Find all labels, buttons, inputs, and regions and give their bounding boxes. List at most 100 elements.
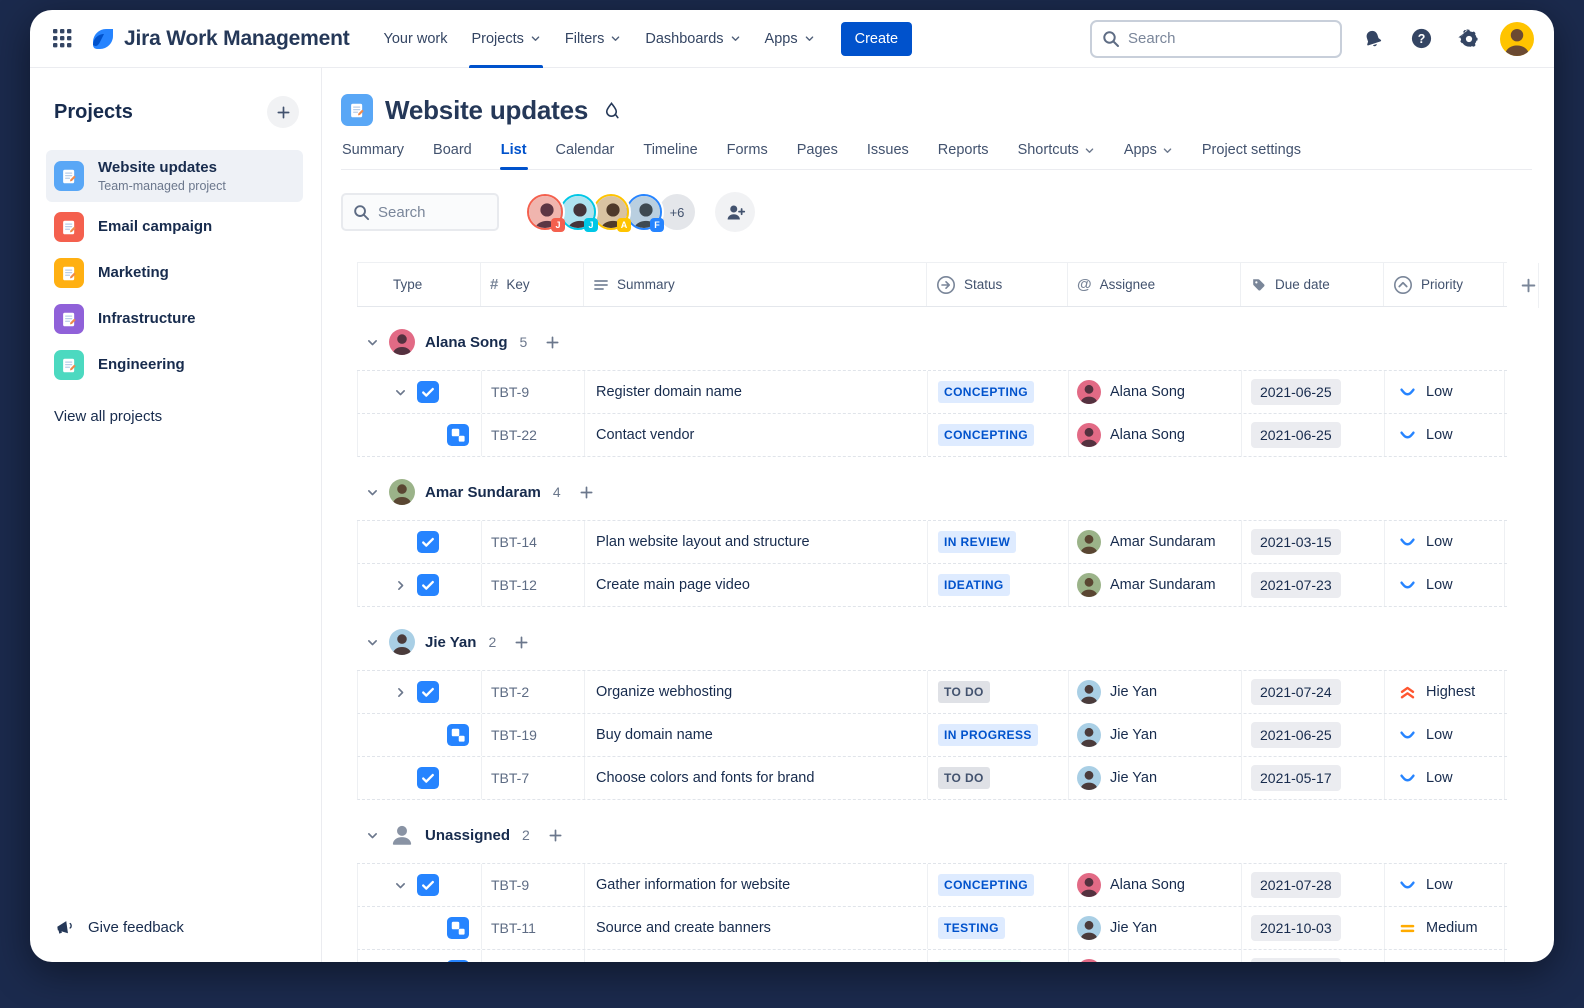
due-date-cell[interactable]: 2021-06-25 [1242, 414, 1385, 456]
project-tab[interactable]: Shortcuts [1017, 142, 1096, 169]
settings-gear-icon[interactable] [1452, 22, 1486, 56]
column-header[interactable]: Priority [1384, 263, 1504, 306]
nav-menu-item[interactable]: Your work [372, 10, 460, 68]
issue-summary[interactable]: Contact vendor [585, 414, 928, 456]
add-column-button[interactable] [1509, 263, 1539, 308]
due-date-cell[interactable]: 2021-09-13 [1242, 950, 1385, 962]
status-cell[interactable]: IN REVIEW [928, 521, 1069, 563]
issue-row[interactable]: TBT-15 Install Wordpress LAUNCHED Alana … [357, 950, 1507, 962]
assignee-cell[interactable]: Alana Song [1069, 864, 1242, 906]
priority-cell[interactable]: Medium [1385, 907, 1505, 949]
add-issue-button[interactable] [579, 485, 594, 500]
project-tab[interactable]: Issues [866, 142, 910, 169]
assignee-cell[interactable]: Jie Yan [1069, 714, 1242, 756]
collapse-group-icon[interactable] [366, 336, 379, 349]
expand-row-icon[interactable] [394, 386, 407, 399]
issue-row[interactable]: TBT-9 Gather information for website CON… [357, 864, 1507, 907]
priority-cell[interactable]: Low [1385, 864, 1505, 906]
status-cell[interactable]: IN PROGRESS [928, 714, 1069, 756]
nav-menu-item[interactable]: Projects [459, 10, 552, 68]
issue-summary[interactable]: Organize webhosting [585, 671, 928, 713]
issue-summary[interactable]: Source and create banners [585, 907, 928, 949]
issue-row[interactable]: TBT-19 Buy domain name IN PROGRESS Jie Y… [357, 714, 1507, 757]
project-tab[interactable]: Forms [726, 142, 769, 169]
collapse-group-icon[interactable] [366, 829, 379, 842]
sidebar-project-item[interactable]: Infrastructure [46, 298, 303, 340]
due-date-cell[interactable]: 2021-05-17 [1242, 757, 1385, 799]
app-switcher-icon[interactable] [46, 22, 80, 56]
expand-row-icon[interactable] [394, 879, 407, 892]
nav-menu-item[interactable]: Dashboards [633, 10, 752, 68]
collapse-group-icon[interactable] [366, 486, 379, 499]
brand[interactable]: Jira Work Management [90, 26, 350, 52]
list-search[interactable] [341, 193, 499, 231]
list-search-input[interactable] [378, 204, 487, 221]
issue-summary[interactable]: Create main page video [585, 564, 928, 606]
status-cell[interactable]: CONCEPTING [928, 371, 1069, 413]
add-issue-button[interactable] [514, 635, 529, 650]
issue-row[interactable]: TBT-11 Source and create banners TESTING… [357, 907, 1507, 950]
issue-summary[interactable]: Install Wordpress [585, 950, 928, 962]
due-date-cell[interactable]: 2021-06-25 [1242, 371, 1385, 413]
priority-cell[interactable]: Low [1385, 757, 1505, 799]
column-header[interactable]: @ Assignee [1068, 263, 1241, 306]
due-date-cell[interactable]: 2021-07-24 [1242, 671, 1385, 713]
global-search-input[interactable] [1128, 30, 1330, 47]
assignee-cell[interactable]: Alana Song [1069, 414, 1242, 456]
assignee-cell[interactable]: Amar Sundaram [1069, 521, 1242, 563]
column-header[interactable]: Due date [1241, 263, 1384, 306]
collapse-group-icon[interactable] [366, 636, 379, 649]
status-cell[interactable]: LAUNCHED [928, 950, 1069, 962]
status-cell[interactable]: TO DO [928, 671, 1069, 713]
project-tab[interactable]: Board [432, 142, 473, 169]
issue-summary[interactable]: Gather information for website [585, 864, 928, 906]
add-issue-button[interactable] [545, 335, 560, 350]
assignee-cell[interactable]: Amar Sundaram [1069, 564, 1242, 606]
user-avatar[interactable] [1500, 22, 1534, 56]
nav-menu-item[interactable]: Filters [553, 10, 633, 68]
priority-cell[interactable]: Low [1385, 714, 1505, 756]
priority-cell[interactable]: Highest [1385, 671, 1505, 713]
member-avatar[interactable]: J [525, 192, 565, 232]
assignee-cell[interactable]: Alana Song [1069, 371, 1242, 413]
priority-cell[interactable]: Low [1385, 414, 1505, 456]
assignee-cell[interactable]: Jie Yan [1069, 671, 1242, 713]
column-header[interactable]: # Key [481, 263, 584, 306]
project-tab[interactable]: Reports [937, 142, 990, 169]
issue-row[interactable]: TBT-14 Plan website layout and structure… [357, 521, 1507, 564]
assignee-cell[interactable]: Jie Yan [1069, 907, 1242, 949]
status-cell[interactable]: TESTING [928, 907, 1069, 949]
status-cell[interactable]: CONCEPTING [928, 864, 1069, 906]
due-date-cell[interactable]: 2021-03-15 [1242, 521, 1385, 563]
issue-summary[interactable]: Plan website layout and structure [585, 521, 928, 563]
priority-cell[interactable]: Low [1385, 371, 1505, 413]
expand-row-icon[interactable] [394, 579, 407, 592]
status-cell[interactable]: TO DO [928, 757, 1069, 799]
column-header[interactable]: Status [927, 263, 1068, 306]
issue-summary[interactable]: Choose colors and fonts for brand [585, 757, 928, 799]
project-tab[interactable]: Timeline [642, 142, 698, 169]
issue-row[interactable]: TBT-9 Register domain name CONCEPTING Al… [357, 371, 1507, 414]
column-header[interactable]: Type [357, 263, 481, 306]
due-date-cell[interactable]: 2021-06-25 [1242, 714, 1385, 756]
project-tab[interactable]: Calendar [555, 142, 616, 169]
sidebar-project-item[interactable]: Email campaign [46, 206, 303, 248]
help-icon[interactable]: ? [1404, 22, 1438, 56]
project-tab[interactable]: List [500, 142, 528, 169]
status-cell[interactable]: CONCEPTING [928, 414, 1069, 456]
project-tab[interactable]: Summary [341, 142, 405, 169]
nav-menu-item[interactable]: Apps [753, 10, 827, 68]
add-issue-button[interactable] [548, 828, 563, 843]
due-date-cell[interactable]: 2021-10-03 [1242, 907, 1385, 949]
priority-cell[interactable]: Low [1385, 564, 1505, 606]
issue-row[interactable]: TBT-7 Choose colors and fonts for brand … [357, 757, 1507, 800]
add-people-button[interactable] [715, 192, 755, 232]
due-date-cell[interactable]: 2021-07-23 [1242, 564, 1385, 606]
issue-row[interactable]: TBT-2 Organize webhosting TO DO Jie Yan … [357, 671, 1507, 714]
notifications-icon[interactable] [1356, 22, 1390, 56]
issue-summary[interactable]: Register domain name [585, 371, 928, 413]
project-tab[interactable]: Apps [1123, 142, 1174, 169]
assignee-cell[interactable]: Alana Song [1069, 950, 1242, 962]
project-tab[interactable]: Project settings [1201, 142, 1302, 169]
column-header[interactable]: Summary [584, 263, 927, 306]
